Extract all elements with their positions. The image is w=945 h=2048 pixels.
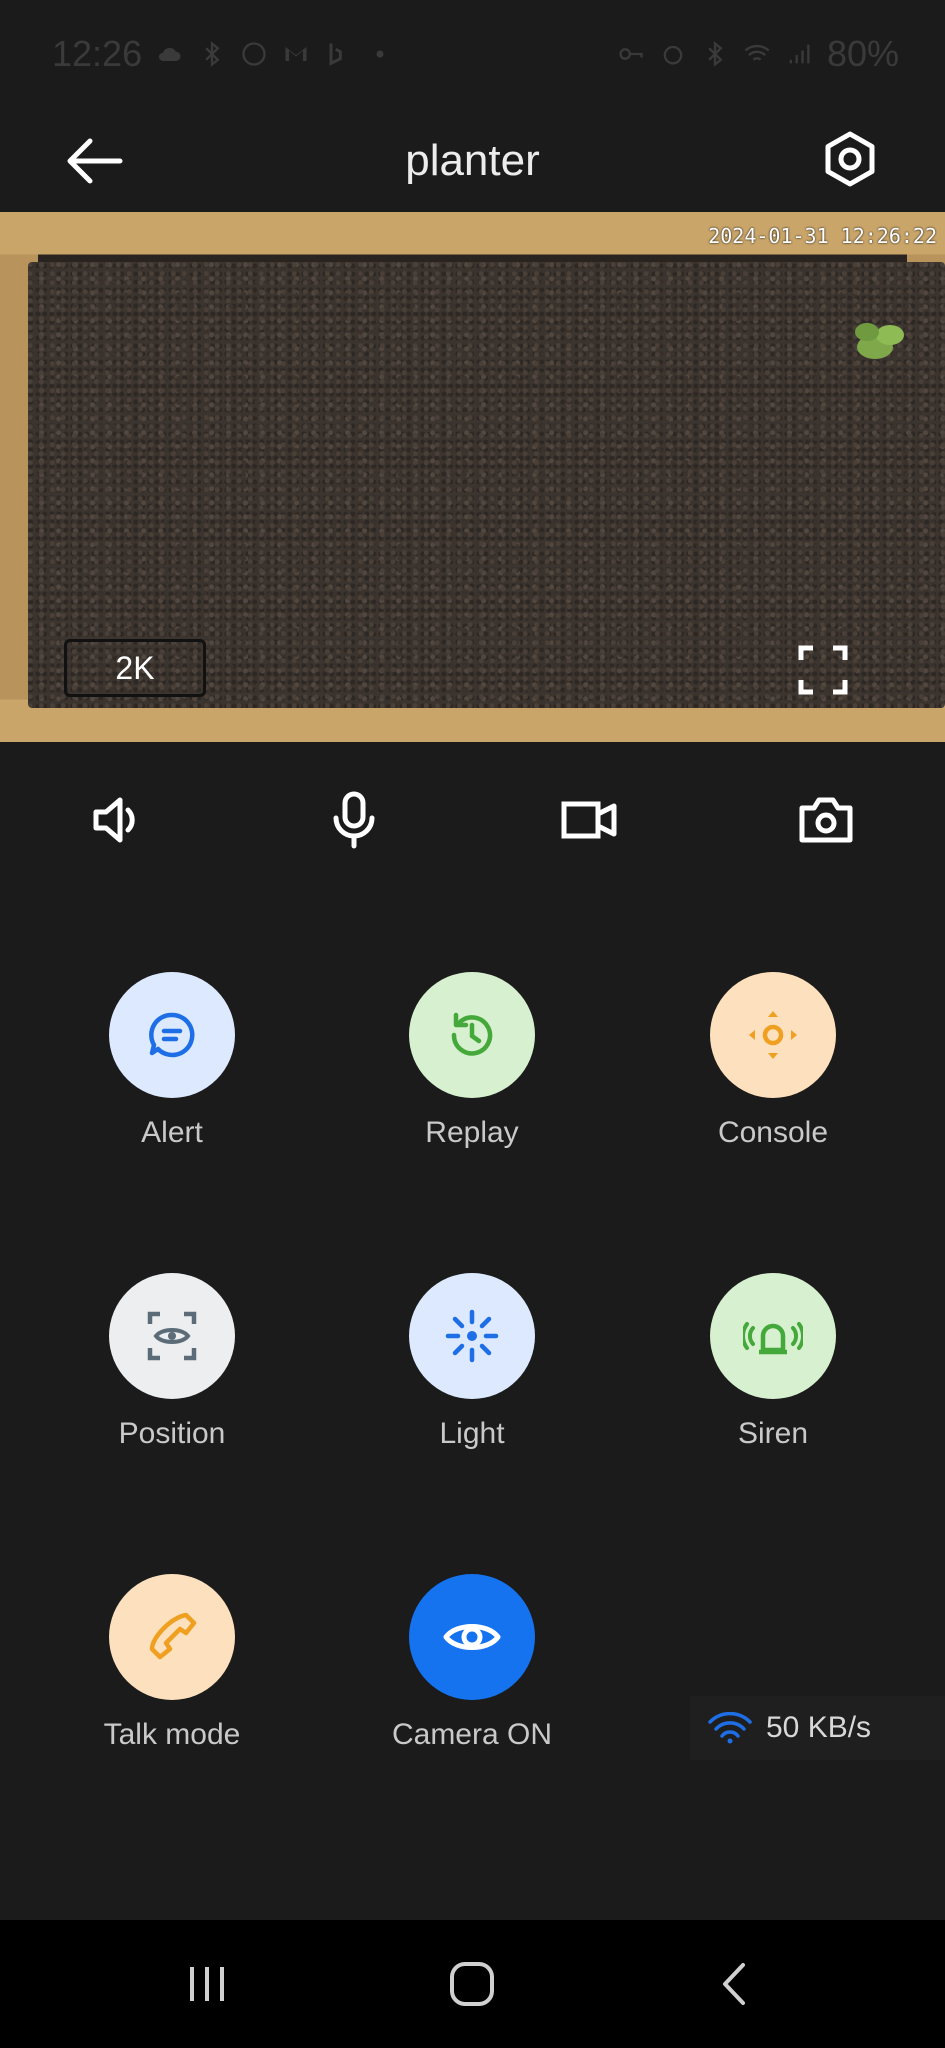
- siren-circle: [710, 1273, 836, 1399]
- status-time: 12:26: [52, 33, 143, 74]
- video-camera-icon: [561, 801, 617, 839]
- microphone-icon: [333, 791, 375, 849]
- action-label: Camera ON: [391, 1718, 553, 1751]
- action-label: Talk mode: [103, 1718, 241, 1751]
- camera-feed[interactable]: 2024-01-31 12:26:22 2K: [0, 212, 945, 742]
- home-button[interactable]: [442, 1954, 502, 2014]
- fullscreen-icon: [798, 645, 848, 695]
- action-light[interactable]: Light: [362, 1273, 582, 1451]
- status-right: 80%: [617, 33, 899, 75]
- action-label: Alert: [141, 1116, 203, 1149]
- gmail-icon: [285, 47, 307, 61]
- speed-value: 50 KB/s: [766, 1711, 872, 1744]
- action-siren[interactable]: Siren: [663, 1273, 883, 1451]
- console-circle: [710, 972, 836, 1098]
- siren-icon: [743, 1322, 803, 1355]
- bing-icon: [329, 43, 342, 66]
- media-controls: [0, 780, 945, 860]
- app-bar: planter: [0, 108, 945, 212]
- action-alert[interactable]: Alert: [62, 972, 282, 1150]
- microphone-button[interactable]: [314, 780, 394, 860]
- talk-mode-circle: [109, 1574, 235, 1700]
- camera-on-circle: [409, 1574, 535, 1700]
- home-icon: [450, 1962, 494, 2006]
- status-bar: 12:26 80%: [0, 0, 945, 108]
- light-icon: [445, 1309, 499, 1363]
- recents-button[interactable]: [177, 1954, 237, 2014]
- plant-image: [855, 323, 904, 359]
- action-label: Light: [439, 1417, 505, 1450]
- action-talk-mode[interactable]: Talk mode: [62, 1574, 282, 1752]
- speaker-icon: [93, 797, 135, 843]
- back-chevron-icon: [723, 1963, 745, 2005]
- direction-pad-icon: [749, 1011, 797, 1059]
- action-label: Position: [118, 1417, 226, 1450]
- settings-button[interactable]: [815, 126, 885, 196]
- video-timestamp: 2024-01-31 12:26:22: [708, 224, 937, 248]
- eye-icon: [443, 1624, 501, 1650]
- key-icon: [619, 48, 643, 60]
- light-circle: [409, 1273, 535, 1399]
- eye-focus-icon: [147, 1311, 197, 1361]
- nav-back-button[interactable]: [706, 1954, 766, 2014]
- page-title: planter: [405, 136, 540, 185]
- alert-circle: [109, 972, 235, 1098]
- fan-icon: [242, 42, 266, 66]
- recents-icon: [190, 1967, 224, 2001]
- alarm-icon: [663, 45, 683, 65]
- snapshot-button[interactable]: [786, 780, 866, 860]
- fullscreen-button[interactable]: [797, 644, 849, 696]
- replay-circle: [409, 972, 535, 1098]
- phone-icon: [149, 1612, 197, 1660]
- history-icon: [451, 1012, 493, 1056]
- bluetooth-icon: [708, 41, 723, 67]
- action-replay[interactable]: Replay: [362, 972, 582, 1150]
- action-position[interactable]: Position: [62, 1273, 282, 1451]
- action-label: Replay: [425, 1116, 519, 1149]
- quality-label: 2K: [115, 649, 155, 686]
- position-circle: [109, 1273, 235, 1399]
- network-speed: 50 KB/s: [690, 1696, 945, 1760]
- system-nav-bar: [0, 1920, 945, 2048]
- action-console[interactable]: Console: [663, 972, 883, 1150]
- camera-icon: [799, 797, 853, 843]
- wifi-status-icon: [744, 44, 770, 61]
- cloud-icon: [159, 47, 181, 61]
- status-left: 12:26: [52, 33, 394, 75]
- action-label: Siren: [737, 1417, 809, 1450]
- dot-icon: [376, 50, 384, 58]
- message-icon: [149, 1012, 195, 1058]
- wifi-icon: [708, 1712, 752, 1744]
- bluetooth-icon: [205, 41, 220, 67]
- action-camera-on[interactable]: Camera ON: [362, 1574, 582, 1752]
- speaker-button[interactable]: [78, 780, 158, 860]
- gear-icon: [825, 131, 875, 187]
- battery-percent: 80%: [826, 33, 899, 74]
- quality-button[interactable]: 2K: [64, 639, 206, 697]
- action-label: Console: [717, 1116, 829, 1149]
- signal-icon: [789, 44, 810, 64]
- record-button[interactable]: [550, 780, 630, 860]
